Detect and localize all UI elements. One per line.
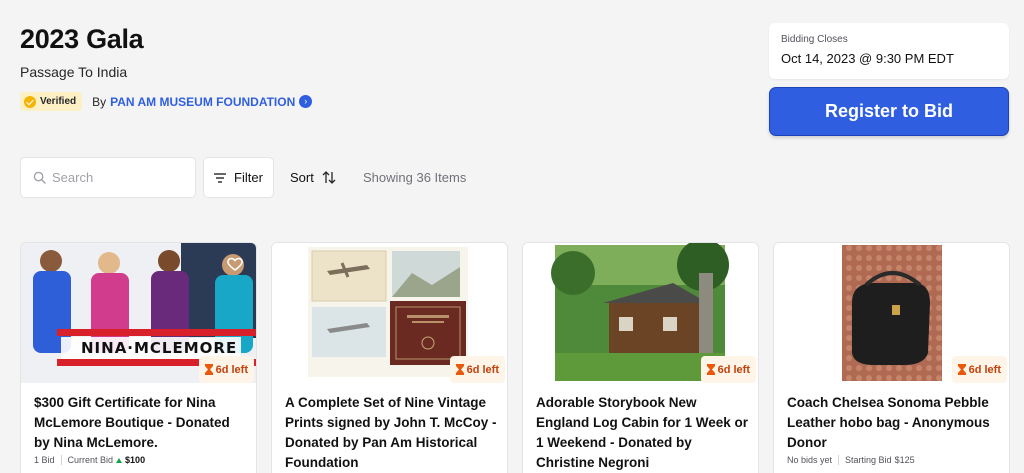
bid-value: $100: [125, 455, 146, 465]
item-image[interactable]: 6d left: [774, 243, 1009, 383]
time-left-label: 6d left: [968, 363, 1001, 376]
filter-icon: [214, 172, 227, 183]
bid-info: No bids yet Starting Bid $125: [787, 455, 915, 465]
filter-label: Filter: [234, 170, 263, 185]
heart-icon[interactable]: [227, 257, 243, 271]
search-input[interactable]: [52, 170, 182, 185]
trend-up-icon: [116, 457, 123, 463]
item-image[interactable]: 6d left: [272, 243, 507, 383]
bid-count: No bids yet: [787, 455, 833, 465]
hourglass-icon: [957, 364, 966, 375]
sort-button[interactable]: Sort: [290, 157, 336, 198]
divider: [838, 455, 840, 465]
item-card[interactable]: 6d left A Complete Set of Nine Vintage P…: [271, 242, 508, 473]
time-left-badge: 6d left: [951, 356, 1007, 383]
bidding-closes-date: Oct 14, 2023 @ 9:30 PM EDT: [781, 51, 954, 66]
filter-button[interactable]: Filter: [203, 157, 274, 198]
time-left-label: 6d left: [717, 363, 750, 376]
organizer-link[interactable]: PAN AM MUSEUM FOUNDATION: [110, 95, 295, 109]
search-icon: [33, 171, 46, 184]
item-title[interactable]: Coach Chelsea Sonoma Pebble Leather hobo…: [787, 393, 1002, 453]
bid-label: Current Bid: [67, 455, 114, 465]
register-to-bid-button[interactable]: Register to Bid: [769, 87, 1009, 136]
item-image[interactable]: 6d left: [523, 243, 758, 383]
event-subtitle: Passage To India: [20, 64, 128, 80]
hourglass-icon: [455, 364, 464, 375]
brand-banner: NINA·MCLEMORE: [81, 339, 238, 357]
bid-info: 1 Bid Current Bid $100: [34, 455, 145, 465]
heart-icon[interactable]: [478, 257, 494, 271]
hourglass-icon: [706, 364, 715, 375]
item-card[interactable]: 6d left Coach Chelsea Sonoma Pebble Leat…: [773, 242, 1010, 473]
time-left-label: 6d left: [466, 363, 499, 376]
time-left-label: 6d left: [215, 363, 248, 376]
time-left-badge: 6d left: [198, 356, 254, 383]
by-label: By: [92, 94, 107, 109]
bidding-closes-label: Bidding Closes: [781, 34, 848, 45]
item-card[interactable]: NINA·MCLEMORE 6d left $300 Gift Certific…: [20, 242, 257, 473]
arrow-right-icon[interactable]: ›: [299, 95, 313, 108]
divider: [60, 455, 62, 465]
sort-label: Sort: [290, 170, 314, 185]
bid-value: $125: [894, 455, 915, 465]
event-title: 2023 Gala: [20, 24, 144, 54]
heart-icon[interactable]: [980, 257, 996, 271]
verified-check-icon: [24, 95, 36, 108]
heart-icon[interactable]: [729, 257, 745, 271]
verified-label: Verified: [40, 96, 77, 107]
time-left-badge: 6d left: [700, 356, 756, 383]
item-image[interactable]: NINA·MCLEMORE 6d left: [21, 243, 256, 383]
hourglass-icon: [204, 364, 213, 375]
bid-label: Starting Bid: [845, 455, 892, 465]
sort-arrows-icon: [322, 171, 336, 184]
bidding-closes-card: Bidding Closes Oct 14, 2023 @ 9:30 PM ED…: [769, 23, 1009, 79]
item-title[interactable]: Adorable Storybook New England Log Cabin…: [536, 393, 751, 473]
items-count-text: Showing 36 Items: [363, 170, 467, 185]
bid-count: 1 Bid: [34, 455, 55, 465]
time-left-badge: 6d left: [449, 356, 505, 383]
organizer-row: Verified By PAN AM MUSEUM FOUNDATION ›: [20, 92, 313, 111]
item-title[interactable]: A Complete Set of Nine Vintage Prints si…: [285, 393, 500, 473]
verified-badge: Verified: [20, 92, 83, 111]
item-title[interactable]: $300 Gift Certificate for Nina McLemore …: [34, 393, 249, 453]
item-card[interactable]: 6d left Adorable Storybook New England L…: [522, 242, 759, 473]
search-box[interactable]: [20, 157, 196, 198]
